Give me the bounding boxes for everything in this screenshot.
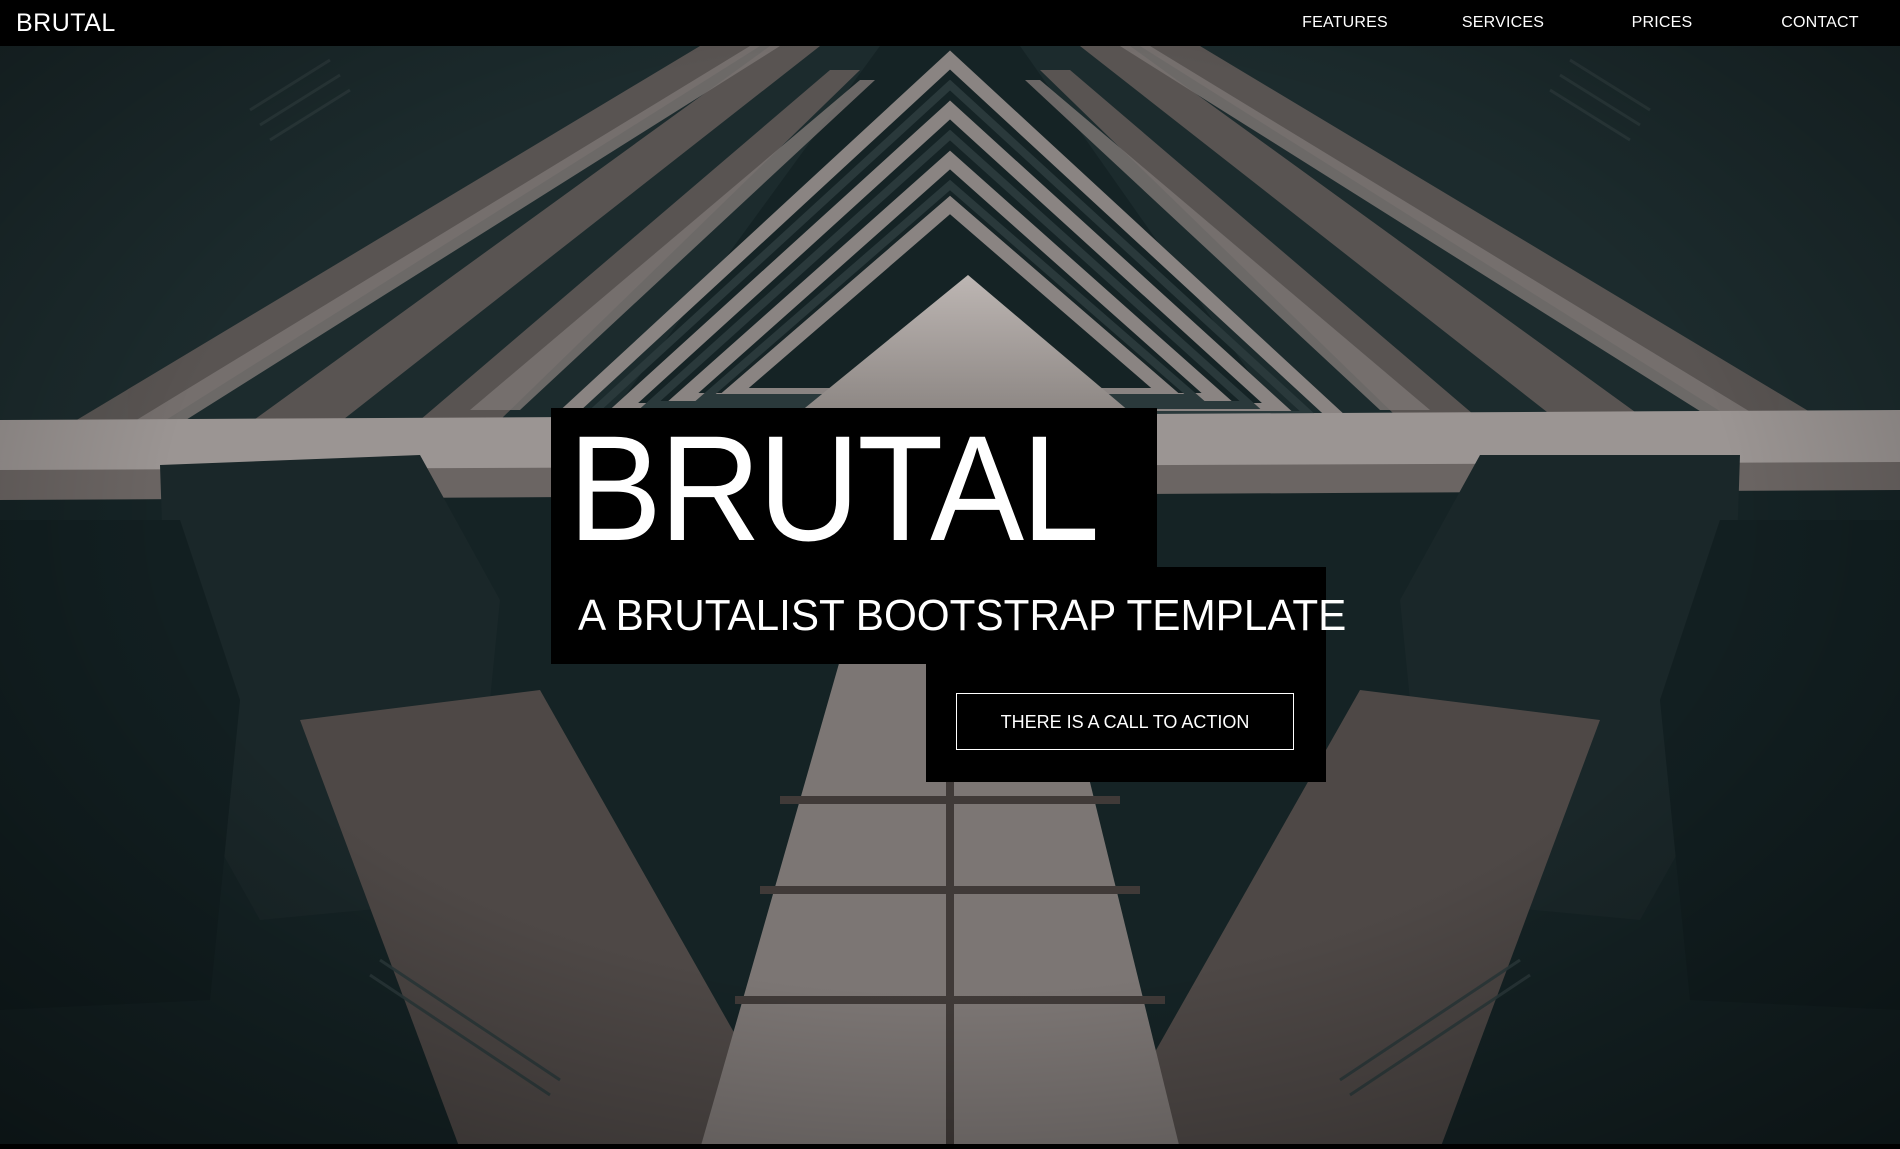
hero-subtitle: A BRUTALIST BOOTSTRAP TEMPLATE (578, 591, 1347, 640)
hero-title: BRUTAL (568, 404, 1100, 572)
call-to-action-button[interactable]: THERE IS A CALL TO ACTION (956, 693, 1294, 750)
nav-link-contact[interactable]: CONTACT (1775, 13, 1865, 33)
nav-link-prices[interactable]: PRICES (1617, 13, 1707, 33)
nav-link-services[interactable]: SERVICES (1458, 13, 1548, 33)
page: BRUTAL FEATURES SERVICES PRICES CONTACT … (0, 0, 1900, 1149)
page-bottom-border (0, 1144, 1900, 1149)
hero-subtitle-block: A BRUTALIST BOOTSTRAP TEMPLATE (551, 567, 1346, 664)
brand-logo-link[interactable]: BRUTAL (16, 7, 116, 39)
hero-title-block: BRUTAL (551, 408, 1157, 568)
nav-link-features[interactable]: FEATURES (1300, 13, 1390, 33)
cta-block: THERE IS A CALL TO ACTION (926, 663, 1326, 782)
navbar: BRUTAL FEATURES SERVICES PRICES CONTACT (0, 0, 1900, 46)
